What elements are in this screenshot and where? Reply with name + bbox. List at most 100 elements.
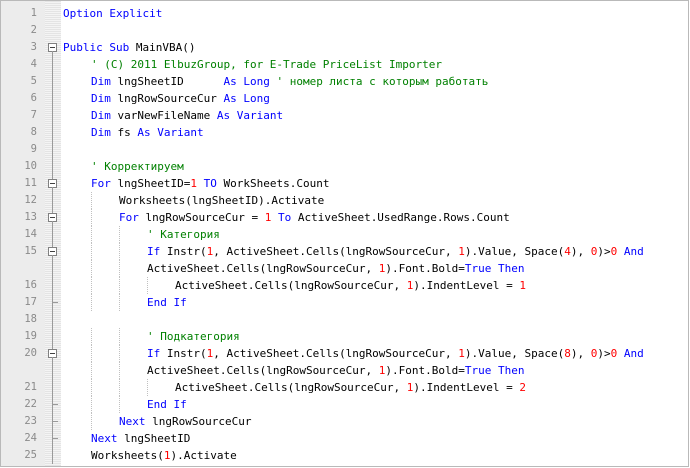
code-text[interactable]: ' Категория [63,226,220,243]
code-line[interactable]: 14 ' Категория [1,226,688,243]
keyword-token: True [464,262,492,275]
code-text[interactable]: Dim varNewFileName As Variant [63,107,283,124]
text-token: lngRowSourceCur [145,415,252,428]
line-number: 24 [24,432,37,444]
code-text[interactable]: End If [63,294,187,311]
code-line[interactable]: 16 ActiveSheet.Cells(lngRowSourceCur, 1).… [1,277,688,294]
indent-guide [119,277,147,294]
code-line[interactable]: 4 ' (C) 2011 ElbuzGroup, for E-Trade Pric… [1,56,688,73]
text-token: , ActiveSheet.Cells(lngRowSourceCur, [213,347,459,360]
text-token: lngRowSourceCur = [138,211,265,224]
code-line[interactable]: 23 Next lngRowSourceCur [1,413,688,430]
fold-guide [52,362,53,379]
code-line[interactable]: 2 [1,22,688,39]
indent-guide [147,277,175,294]
text-token: fs [110,126,138,139]
code-text[interactable]: ' (C) 2011 ElbuzGroup, for E-Trade Price… [63,56,442,73]
keyword-token: Next [119,415,146,428]
code-line[interactable]: 19 ' Подкатегория [1,328,688,345]
keyword-token: And [623,245,644,258]
text-token: Worksheets( [91,449,164,462]
keyword-token: True [464,364,492,377]
code-line[interactable]: 24 Next lngSheetID [1,430,688,447]
code-line[interactable]: 7 Dim varNewFileName As Variant [1,107,688,124]
text-token: ).IndentLevel = [413,279,520,292]
code-line[interactable]: 15 If Instr(1, ActiveSheet.Cells(lngRowSo… [1,243,688,260]
code-text[interactable]: Dim lngRowSourceCur As Long [63,90,270,107]
comment-token: ' (C) 2011 ElbuzGroup, for E-Trade Price… [91,58,442,71]
number-token: 1 [458,245,465,258]
code-lines[interactable]: 1 Option Explicit 2 3 Public Sub MainVBA() 4 '… [1,5,688,464]
code-text[interactable]: ActiveSheet.Cells(lngRowSourceCur, 1).In… [63,379,526,396]
keyword-token: If [147,347,161,360]
code-text[interactable]: Dim lngSheetID As Long ' номер листа с к… [63,73,488,90]
fold-guide [52,260,53,277]
keyword-token: Then [498,262,525,275]
fold-guide [52,226,53,243]
code-text[interactable]: End If [63,396,187,413]
line-number: 14 [24,228,37,240]
number-token: 1 [190,177,197,190]
code-text[interactable]: Option Explicit [63,5,162,22]
code-text[interactable]: Next lngSheetID [63,430,190,447]
line-number: 17 [24,296,37,308]
code-line[interactable]: 13 For lngRowSourceCur = 1 To ActiveSheet… [1,209,688,226]
code-line[interactable]: ActiveSheet.Cells(lngRowSourceCur, 1).Fo… [1,260,688,277]
code-text[interactable]: Worksheets(lngSheetID).Activate [63,192,324,209]
line-number: 2 [30,24,37,36]
code-line[interactable]: 6 Dim lngRowSourceCur As Long [1,90,688,107]
code-line[interactable]: 5 Dim lngSheetID As Long ' номер листа с … [1,73,688,90]
indent-guide [91,413,119,430]
code-line[interactable]: 18 [1,311,688,328]
code-text[interactable]: Public Sub MainVBA() [63,39,195,56]
code-editor[interactable]: 1 Option Explicit 2 3 Public Sub MainVBA() 4 '… [0,0,689,467]
code-text[interactable]: For lngSheetID=1 TO WorkSheets.Count [63,175,329,192]
code-line[interactable]: 17 End If [1,294,688,311]
code-text[interactable]: ActiveSheet.Cells(lngRowSourceCur, 1).In… [63,277,526,294]
code-line[interactable]: 8 Dim fs As Variant [1,124,688,141]
code-text[interactable]: Worksheets(1).Activate [63,447,237,464]
fold-guide [52,90,53,107]
code-line[interactable]: 20 If Instr(1, ActiveSheet.Cells(lngRowSo… [1,345,688,362]
code-line[interactable]: ActiveSheet.Cells(lngRowSourceCur, 1).Fo… [1,362,688,379]
keyword-token: Dim [91,109,111,122]
text-token: , ActiveSheet.Cells(lngRowSourceCur, [213,245,459,258]
comment-token: ' Подкатегория [147,330,240,343]
code-line[interactable]: 12 Worksheets(lngSheetID).Activate [1,192,688,209]
code-text[interactable]: ActiveSheet.Cells(lngRowSourceCur, 1).Fo… [63,260,525,277]
code-line[interactable]: 3 Public Sub MainVBA() [1,39,688,56]
text-token: WorkSheets.Count [216,177,330,190]
fold-guide [52,192,53,209]
code-line[interactable]: 22 End If [1,396,688,413]
comment-token: ' Категория [147,228,220,241]
keyword-token: Dim [91,92,111,105]
code-line[interactable]: 10 ' Корректируем [1,158,688,175]
text-token: Instr( [160,245,207,258]
indent-guide [91,294,119,311]
code-line[interactable]: 11 For lngSheetID=1 TO WorkSheets.Count [1,175,688,192]
code-text[interactable]: For lngRowSourceCur = 1 To ActiveSheet.U… [63,209,510,226]
code-text[interactable]: Dim fs As Variant [63,124,204,141]
indent-guide [63,90,91,107]
indent-guide [63,175,91,192]
text-token: MainVBA() [129,41,196,54]
code-line[interactable]: 25 Worksheets(1).Activate [1,447,688,464]
code-text[interactable]: ' Корректируем [63,158,184,175]
code-text[interactable]: If Instr(1, ActiveSheet.Cells(lngRowSour… [63,243,644,260]
code-line[interactable]: 9 [1,141,688,158]
indent-guide [63,226,91,243]
indent-guide [63,447,91,464]
code-line[interactable]: 1 Option Explicit [1,5,688,22]
indent-guide [63,107,91,124]
code-text[interactable]: ' Подкатегория [63,328,240,345]
code-text[interactable]: ActiveSheet.Cells(lngRowSourceCur, 1).Fo… [63,362,525,379]
text-token: Instr( [160,347,207,360]
text-token: ).Value, Space( [464,347,565,360]
keyword-token: Then [498,364,525,377]
line-number: 23 [24,415,37,427]
indent-guide [63,209,91,226]
code-line[interactable]: 21 ActiveSheet.Cells(lngRowSourceCur, 1).… [1,379,688,396]
code-text[interactable]: Next lngRowSourceCur [63,413,251,430]
code-text[interactable]: If Instr(1, ActiveSheet.Cells(lngRowSour… [63,345,644,362]
